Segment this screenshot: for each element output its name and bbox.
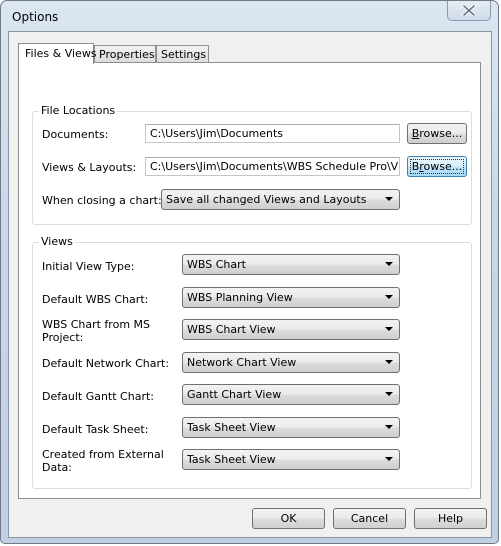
chevron-down-icon <box>385 262 393 266</box>
close-button[interactable] <box>447 1 491 21</box>
created-from-external-data-dropdown[interactable]: Task Sheet View <box>182 449 400 470</box>
default-network-chart-dropdown[interactable]: Network Chart View <box>182 352 400 373</box>
ok-button[interactable]: OK <box>252 508 325 529</box>
help-button[interactable]: Help <box>414 508 487 529</box>
chevron-down-icon <box>385 392 393 396</box>
tab-files-views[interactable]: Files & Views <box>18 43 97 64</box>
initial-view-type-label: Initial View Type: <box>42 260 135 273</box>
documents-label: Documents: <box>42 128 109 141</box>
views-layouts-browse-button[interactable]: Browse... <box>407 156 467 177</box>
dropdown-value: WBS Planning View <box>187 291 293 304</box>
views-group-label: Views <box>39 235 75 248</box>
dropdown-value: Network Chart View <box>187 356 297 369</box>
default-wbs-chart-dropdown[interactable]: WBS Planning View <box>182 287 400 308</box>
close-icon <box>462 5 476 16</box>
chevron-down-icon <box>385 360 393 364</box>
dropdown-value: Task Sheet View <box>187 453 276 466</box>
closing-chart-label: When closing a chart: <box>42 194 162 207</box>
tab-settings[interactable]: Settings <box>156 45 209 63</box>
file-locations-group-label: File Locations <box>39 104 118 117</box>
default-gantt-chart-label: Default Gantt Chart: <box>42 390 154 403</box>
dropdown-value: WBS Chart <box>187 258 246 271</box>
dropdown-value: Gantt Chart View <box>187 388 282 401</box>
documents-path-field[interactable]: C:\Users\Jim\Documents <box>145 124 400 143</box>
chevron-down-icon <box>385 295 393 299</box>
chevron-down-icon <box>385 425 393 429</box>
closing-chart-dropdown[interactable]: Save all changed Views and Layouts <box>161 189 400 210</box>
initial-view-type-dropdown[interactable]: WBS Chart <box>182 254 400 275</box>
created-from-external-data-label: Created from External Data: <box>42 448 164 474</box>
dropdown-value: Task Sheet View <box>187 421 276 434</box>
chevron-down-icon <box>385 457 393 461</box>
wbs-chart-from-ms-project-dropdown[interactable]: WBS Chart View <box>182 319 400 340</box>
documents-browse-button[interactable]: Browse... <box>407 123 467 144</box>
tab-properties[interactable]: Properties <box>94 45 156 63</box>
default-wbs-chart-label: Default WBS Chart: <box>42 293 149 306</box>
options-dialog: Options Files & Views Properties Setting… <box>0 0 499 544</box>
wbs-chart-from-ms-project-label: WBS Chart from MS Project: <box>42 318 151 344</box>
views-layouts-path-field[interactable]: C:\Users\Jim\Documents\WBS Schedule Pro\… <box>145 157 400 176</box>
default-task-sheet-dropdown[interactable]: Task Sheet View <box>182 417 400 438</box>
default-network-chart-label: Default Network Chart: <box>42 357 170 370</box>
files-views-panel: File Locations Documents: C:\Users\Jim\D… <box>18 62 481 499</box>
dropdown-value: WBS Chart View <box>187 323 276 336</box>
dialog-client-area: Files & Views Properties Settings File L… <box>8 31 492 538</box>
window-title: Options <box>12 10 59 24</box>
cancel-button[interactable]: Cancel <box>333 508 406 529</box>
chevron-down-icon <box>385 197 393 201</box>
default-gantt-chart-dropdown[interactable]: Gantt Chart View <box>182 384 400 405</box>
default-task-sheet-label: Default Task Sheet: <box>42 423 149 436</box>
chevron-down-icon <box>385 327 393 331</box>
closing-chart-dropdown-value: Save all changed Views and Layouts <box>166 193 367 206</box>
views-layouts-label: Views & Layouts: <box>42 161 137 174</box>
